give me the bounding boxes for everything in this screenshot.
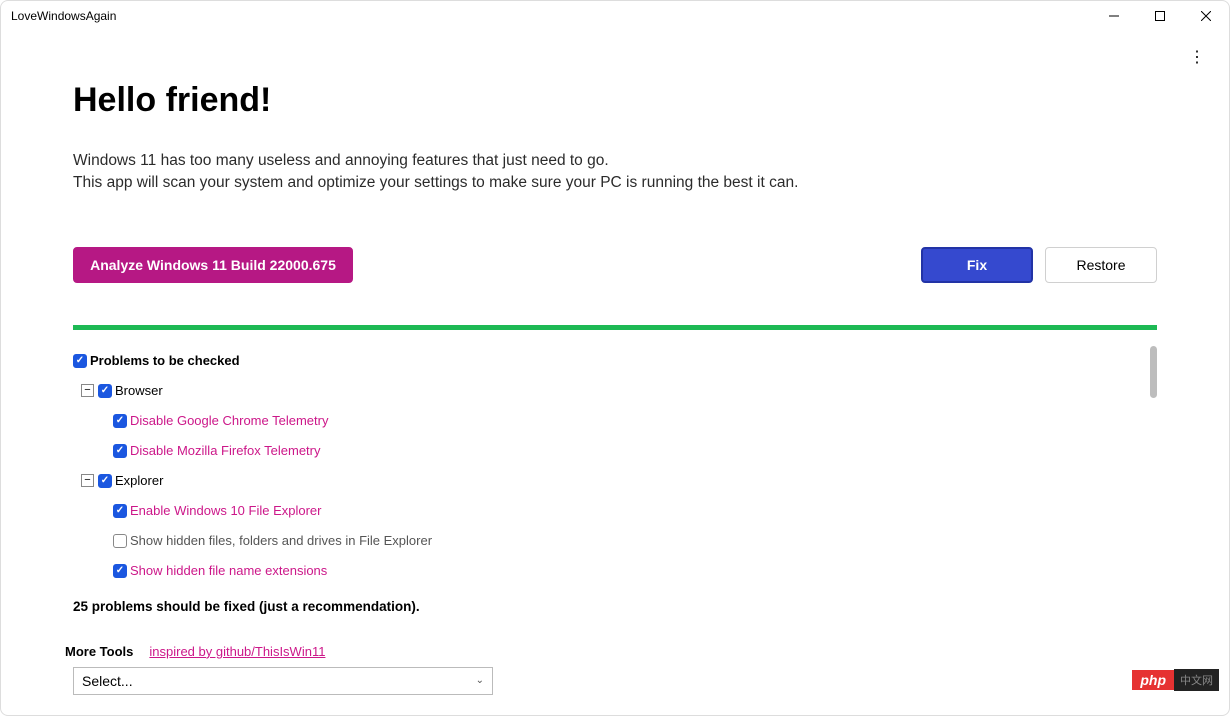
window-title: LoveWindowsAgain <box>11 9 1091 23</box>
window-controls <box>1091 1 1229 31</box>
problems-tree: Problems to be checked − Browser Disable… <box>73 346 1157 586</box>
item-checkbox[interactable] <box>113 444 127 458</box>
restore-button[interactable]: Restore <box>1045 247 1157 283</box>
intro-line-1: Windows 11 has too many useless and anno… <box>73 150 1157 172</box>
more-tools-label: More Tools <box>65 644 133 659</box>
more-menu-button[interactable]: ⋮ <box>1185 45 1209 69</box>
category-checkbox[interactable] <box>98 474 112 488</box>
item-checkbox[interactable] <box>113 414 127 428</box>
more-tools-link[interactable]: inspired by github/ThisIsWin11 <box>149 644 325 659</box>
tree-area: Problems to be checked − Browser Disable… <box>73 346 1157 591</box>
tree-item-row[interactable]: Show hidden file name extensions <box>73 556 1157 586</box>
tree-item-row[interactable]: Disable Mozilla Firefox Telemetry <box>73 436 1157 466</box>
item-checkbox[interactable] <box>113 534 127 548</box>
root-label: Problems to be checked <box>90 353 240 368</box>
category-label: Browser <box>115 383 163 398</box>
root-checkbox[interactable] <box>73 354 87 368</box>
collapse-icon[interactable]: − <box>81 384 94 397</box>
analyze-button[interactable]: Analyze Windows 11 Build 22000.675 <box>73 247 353 283</box>
fix-button[interactable]: Fix <box>921 247 1033 283</box>
more-vertical-icon: ⋮ <box>1189 47 1205 67</box>
tree-item-row[interactable]: Disable Google Chrome Telemetry <box>73 406 1157 436</box>
close-button[interactable] <box>1183 1 1229 31</box>
item-label: Show hidden files, folders and drives in… <box>130 533 432 548</box>
minimize-button[interactable] <box>1091 1 1137 31</box>
button-row: Analyze Windows 11 Build 22000.675 Fix R… <box>73 247 1157 283</box>
item-label: Show hidden file name extensions <box>130 563 327 578</box>
titlebar: LoveWindowsAgain <box>1 1 1229 31</box>
category-checkbox[interactable] <box>98 384 112 398</box>
watermark-php: php <box>1132 670 1174 690</box>
intro-line-2: This app will scan your system and optim… <box>73 172 1157 194</box>
chevron-down-icon: ⌄ <box>476 675 484 686</box>
tree-category-row[interactable]: − Explorer <box>73 466 1157 496</box>
progress-bar <box>73 325 1157 330</box>
maximize-icon <box>1155 11 1165 21</box>
select-value: Select... <box>82 673 133 689</box>
item-label: Disable Google Chrome Telemetry <box>130 413 328 428</box>
item-label: Enable Windows 10 File Explorer <box>130 503 321 518</box>
intro-text: Windows 11 has too many useless and anno… <box>73 150 1157 195</box>
tree-category-row[interactable]: − Browser <box>73 376 1157 406</box>
status-line: 25 problems should be fixed (just a reco… <box>73 599 1157 614</box>
tree-item-row[interactable]: Show hidden files, folders and drives in… <box>73 526 1157 556</box>
minimize-icon <box>1109 11 1119 21</box>
collapse-icon[interactable]: − <box>81 474 94 487</box>
tree-root-row[interactable]: Problems to be checked <box>73 346 1157 376</box>
close-icon <box>1201 11 1211 21</box>
tree-item-row[interactable]: Enable Windows 10 File Explorer <box>73 496 1157 526</box>
more-tools-row: More Tools inspired by github/ThisIsWin1… <box>65 644 1157 659</box>
tree-scrollbar[interactable] <box>1150 346 1157 398</box>
maximize-button[interactable] <box>1137 1 1183 31</box>
more-tools-select[interactable]: Select... ⌄ <box>73 667 493 695</box>
item-checkbox[interactable] <box>113 504 127 518</box>
watermark: php 中文网 <box>1132 669 1219 691</box>
item-checkbox[interactable] <box>113 564 127 578</box>
item-label: Disable Mozilla Firefox Telemetry <box>130 443 321 458</box>
watermark-cn: 中文网 <box>1174 669 1219 691</box>
page-title: Hello friend! <box>73 81 1157 120</box>
category-label: Explorer <box>115 473 163 488</box>
